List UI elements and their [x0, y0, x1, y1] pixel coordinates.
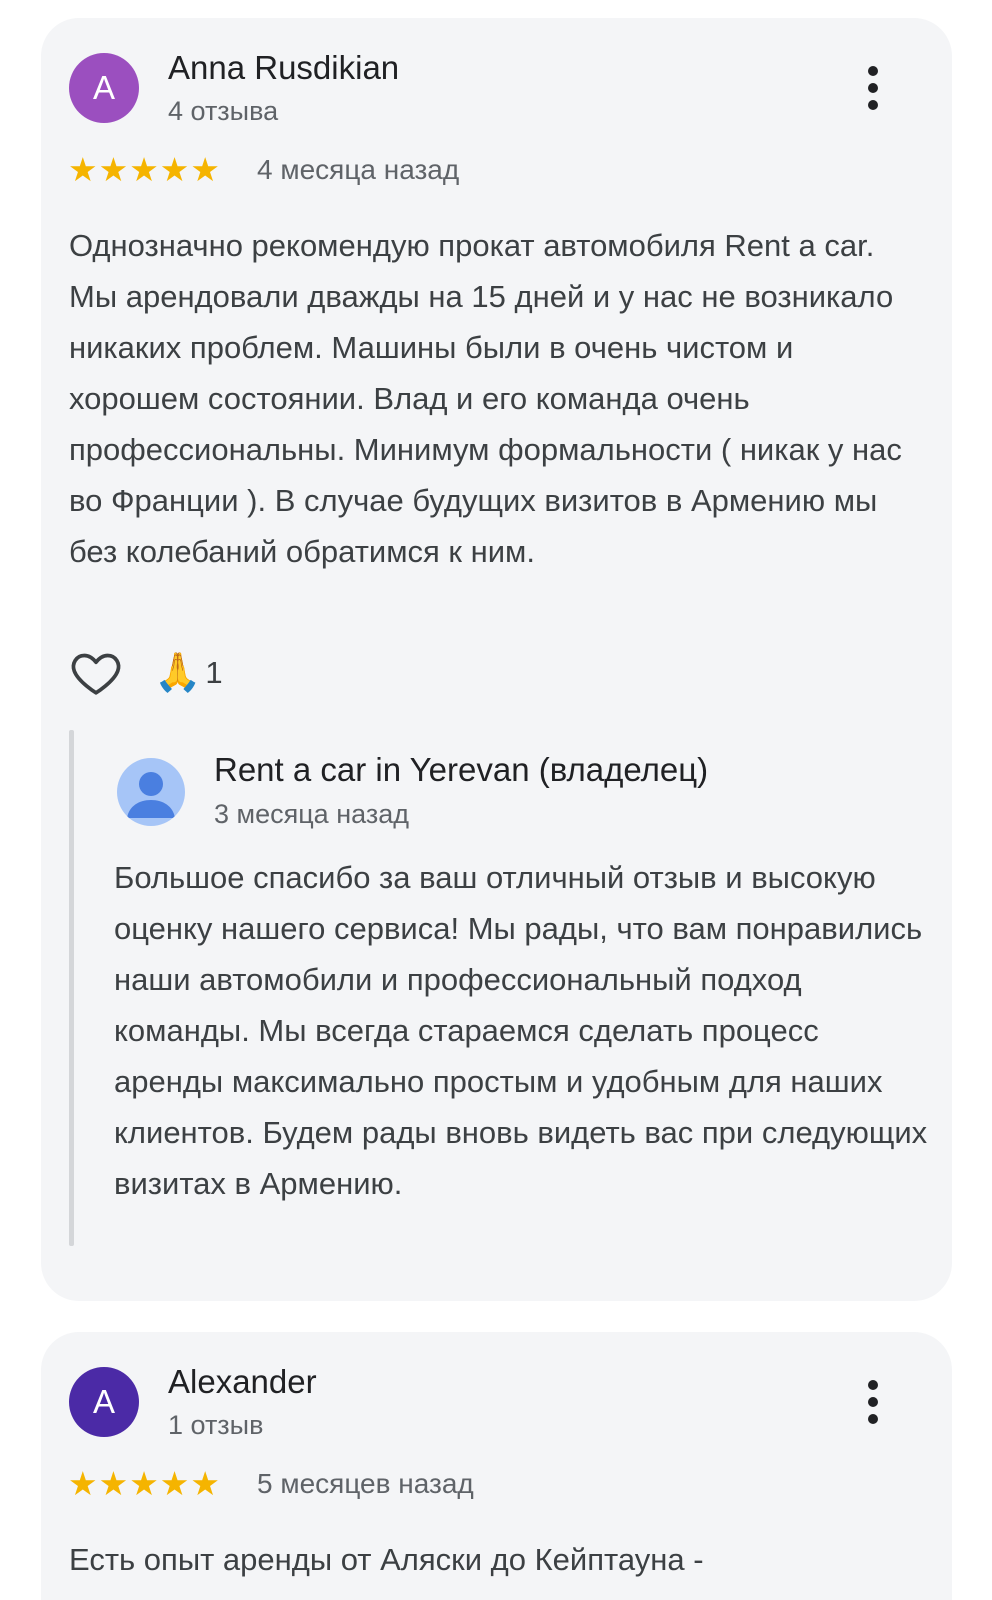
reply-date: 3 месяца назад — [214, 799, 409, 829]
avatar-letter: A — [92, 1383, 115, 1420]
folded-hands-icon: 🙏 — [154, 652, 202, 694]
review-date: 4 месяца назад — [257, 154, 460, 185]
reviewer-name[interactable]: Anna Rusdikian — [168, 49, 399, 87]
owner-avatar — [117, 758, 185, 826]
review-date: 5 месяцев назад — [257, 1468, 474, 1499]
review-text: Есть опыт аренды от Аляски до Кейптауна … — [69, 1542, 704, 1577]
reaction-count: 1 — [205, 655, 223, 690]
review-card: A Alexander 1 отзыв ★ ★ ★ ★ ★ 5 месяцев … — [41, 1332, 952, 1600]
star-icon: ★ — [98, 151, 129, 188]
more-vert-icon — [868, 66, 878, 110]
star-rating: ★ ★ ★ ★ ★ — [68, 152, 220, 187]
star-icon: ★ — [190, 1465, 220, 1502]
reaction-button[interactable]: 🙏 1 — [154, 649, 223, 697]
reviewer-review-count[interactable]: 4 отзыва — [168, 96, 278, 127]
person-icon — [127, 772, 175, 818]
avatar[interactable]: A — [69, 1367, 139, 1437]
more-options-button[interactable] — [851, 1372, 895, 1432]
star-icon: ★ — [129, 1465, 159, 1502]
reviewer-name[interactable]: Alexander — [168, 1363, 317, 1401]
star-icon: ★ — [159, 151, 190, 188]
star-rating: ★ ★ ★ ★ ★ — [68, 1466, 220, 1501]
star-icon: ★ — [159, 1465, 190, 1502]
heart-outline-icon[interactable] — [68, 645, 124, 701]
reactions-bar: 🙏 1 — [68, 645, 223, 701]
avatar[interactable]: A — [69, 53, 139, 123]
star-icon: ★ — [68, 1465, 98, 1502]
reply-divider — [69, 730, 74, 1246]
avatar-letter: A — [92, 69, 115, 106]
owner-reply-text: Большое спасибо за ваш отличный отзыв и … — [114, 860, 928, 1201]
review-text: Однозначно рекомендую прокат автомобиля … — [69, 228, 902, 569]
star-icon: ★ — [190, 151, 220, 188]
star-icon: ★ — [129, 151, 159, 188]
star-icon: ★ — [98, 1465, 129, 1502]
reviewer-review-count[interactable]: 1 отзыв — [168, 1410, 263, 1441]
owner-name: Rent a car in Yerevan (владелец) — [214, 751, 709, 788]
review-card: A Anna Rusdikian 4 отзыва ★ ★ ★ ★ ★ 4 ме… — [41, 18, 952, 1301]
more-vert-icon — [868, 1380, 878, 1424]
more-options-button[interactable] — [851, 58, 895, 118]
star-icon: ★ — [68, 151, 98, 188]
